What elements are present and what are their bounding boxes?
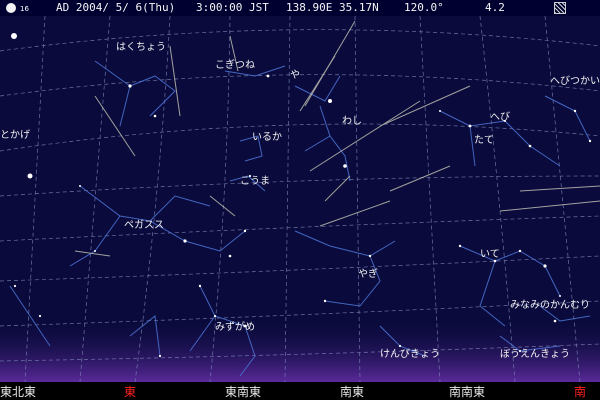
- constellation-label-cygnus: はくちょう: [116, 42, 166, 53]
- constellation-label-ophiuchus: へびつかい: [550, 76, 600, 87]
- constellation-label-scutum: たて: [474, 135, 494, 146]
- constellation-label-sagitta: や: [290, 70, 300, 81]
- constellation-label-corona-australis: みなみのかんむり: [510, 300, 590, 311]
- moon-age: 16: [20, 5, 29, 13]
- moon-phase-icon: [6, 3, 16, 13]
- planetarium-window: 16 AD 2004/ 5/ 6(Thu) 3:00:00 JST 138.90…: [0, 0, 600, 400]
- direction-s: 南: [573, 385, 587, 399]
- direction-se: 南東: [339, 385, 365, 399]
- constellation-labels: はくちょう こぎつね や へびつかい とかげ いるか わし へび たて こうま …: [0, 0, 600, 400]
- view-azimuth-display: 120.0°: [404, 1, 444, 14]
- constellation-label-vulpecula: こぎつね: [215, 60, 255, 71]
- constellation-label-telescopium: ぼうえんきょう: [500, 349, 570, 360]
- constellation-label-aquila: わし: [342, 116, 362, 127]
- constellation-label-equuleus: こうま: [240, 176, 270, 187]
- constellation-label-delphinus: いるか: [252, 132, 282, 143]
- hatched-square-icon[interactable]: [554, 2, 566, 14]
- location-display: 138.90E 35.17N: [286, 1, 379, 14]
- status-bar: 16 AD 2004/ 5/ 6(Thu) 3:00:00 JST 138.90…: [0, 0, 600, 16]
- horizon-direction-bar: 東北東 東 東南東 南東 南南東 南: [0, 382, 600, 400]
- direction-ene: 東北東: [0, 385, 37, 399]
- direction-sse: 南南東: [448, 385, 486, 399]
- date-display: AD 2004/ 5/ 6(Thu): [56, 1, 176, 14]
- constellation-label-serpens: へび: [490, 112, 510, 123]
- constellation-label-capricornus: やぎ: [358, 269, 378, 280]
- direction-e: 東: [123, 385, 137, 399]
- constellation-label-sagittarius: いて: [480, 249, 500, 260]
- constellation-label-aquarius: みずがめ: [215, 322, 255, 333]
- direction-ese: 東南東: [224, 385, 262, 399]
- time-display: 3:00:00 JST: [196, 1, 269, 14]
- limiting-magnitude-display: 4.2: [485, 1, 505, 14]
- constellation-label-microscopium: けんびきょう: [380, 349, 440, 360]
- constellation-label-lacerta: とかげ: [0, 130, 30, 141]
- constellation-label-pegasus: ペガスス: [124, 220, 164, 231]
